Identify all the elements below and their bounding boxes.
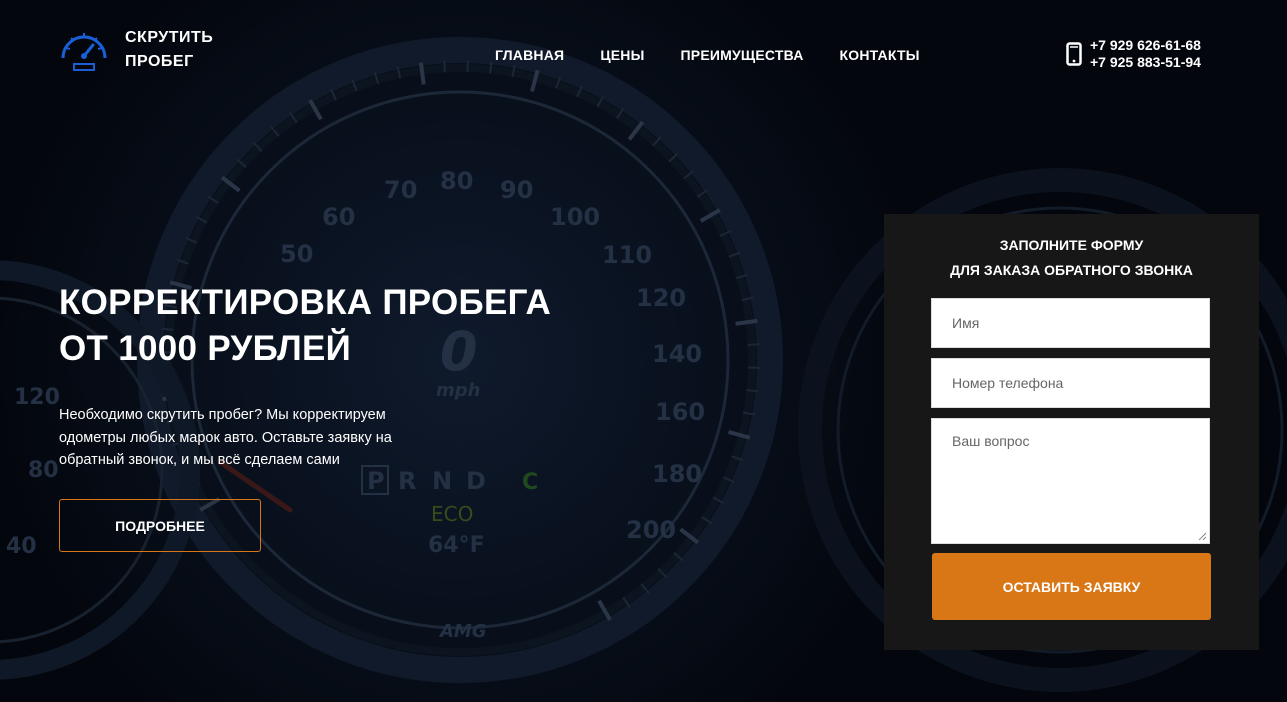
speedometer-icon: [61, 33, 107, 71]
dial-number: 50: [280, 240, 313, 268]
left-dial-number: 80: [28, 458, 59, 483]
dial-number: 110: [602, 241, 652, 269]
dial-number: 80: [440, 167, 473, 195]
temperature-readout: 64°F: [428, 533, 485, 558]
dial-tick: [735, 318, 758, 326]
left-dial-number: 40: [6, 534, 37, 559]
dial-number: 120: [636, 284, 686, 312]
dial-number: 200: [626, 516, 676, 544]
form-title-line-1: ЗАПОЛНИТЕ ФОРМУ: [999, 237, 1144, 253]
dial-tick: [746, 389, 759, 393]
eco-indicator: ECO: [431, 502, 473, 526]
phone-number-2[interactable]: +7 925 883-51-94: [1090, 54, 1201, 71]
phone-input[interactable]: [931, 358, 1210, 408]
more-button[interactable]: ПОДРОБНЕЕ: [59, 499, 261, 552]
form-title: ЗАПОЛНИТЕ ФОРМУ ДЛЯ ЗАКАЗА ОБРАТНОГО ЗВО…: [884, 233, 1259, 283]
phone-number-1[interactable]: +7 929 626-61-68: [1090, 37, 1201, 54]
dial-number: 90: [500, 176, 533, 204]
dial-number: 140: [652, 340, 702, 368]
logo[interactable]: СКРУТИТЬ ПРОБЕГ: [57, 26, 213, 74]
hero-title-line-2: ОТ 1000 РУБЛЕЙ: [59, 329, 352, 368]
dial-number: 160: [655, 398, 705, 426]
logo-text: СКРУТИТЬ ПРОБЕГ: [125, 26, 213, 74]
phone-contacts: +7 929 626-61-68 +7 925 883-51-94: [1066, 37, 1201, 71]
nav-item-advantages[interactable]: ПРЕИМУЩЕСТВА: [681, 47, 804, 63]
hero-title-line-1: КОРРЕКТИРОВКА ПРОБЕГА: [59, 283, 552, 322]
dial-number: 180: [652, 460, 702, 488]
gear-c: C: [522, 470, 538, 495]
resize-grip-icon[interactable]: [1198, 532, 1207, 541]
amg-badge: AMG: [438, 621, 487, 642]
dial-tick: [747, 343, 760, 346]
logo-line-1: СКРУТИТЬ: [125, 29, 214, 46]
main-nav: ГЛАВНАЯ ЦЕНЫ ПРЕИМУЩЕСТВА КОНТАКТЫ: [495, 47, 956, 63]
name-input[interactable]: [931, 298, 1210, 348]
hero-section: КОРРЕКТИРОВКА ПРОБЕГА ОТ 1000 РУБЛЕЙ Нео…: [59, 280, 579, 472]
logo-line-2: ПРОБЕГ: [125, 53, 194, 70]
nav-item-contacts[interactable]: КОНТАКТЫ: [840, 47, 920, 63]
dial-number: 100: [550, 203, 600, 231]
submit-button[interactable]: ОСТАВИТЬ ЗАЯВКУ: [932, 553, 1211, 620]
mobile-phone-icon: [1066, 42, 1082, 66]
dial-number: 70: [384, 176, 417, 204]
form-title-line-2: ДЛЯ ЗАКАЗА ОБРАТНОГО ЗВОНКА: [950, 262, 1193, 278]
hero-description: Необходимо скрутить пробег? Мы корректир…: [59, 407, 392, 468]
dial-number: 60: [322, 203, 355, 231]
hero-title: КОРРЕКТИРОВКА ПРОБЕГА ОТ 1000 РУБЛЕЙ: [59, 280, 579, 372]
nav-item-prices[interactable]: ЦЕНЫ: [600, 47, 644, 63]
nav-item-home[interactable]: ГЛАВНАЯ: [495, 47, 564, 63]
site-header: СКРУТИТЬ ПРОБЕГ ГЛАВНАЯ ЦЕНЫ ПРЕИМУЩЕСТВ…: [0, 0, 1287, 110]
phone-list: +7 929 626-61-68 +7 925 883-51-94: [1090, 37, 1201, 71]
left-dial-number: 120: [14, 385, 60, 410]
callback-form: ЗАПОЛНИТЕ ФОРМУ ДЛЯ ЗАКАЗА ОБРАТНОГО ЗВО…: [884, 214, 1259, 650]
question-textarea[interactable]: [931, 418, 1210, 544]
